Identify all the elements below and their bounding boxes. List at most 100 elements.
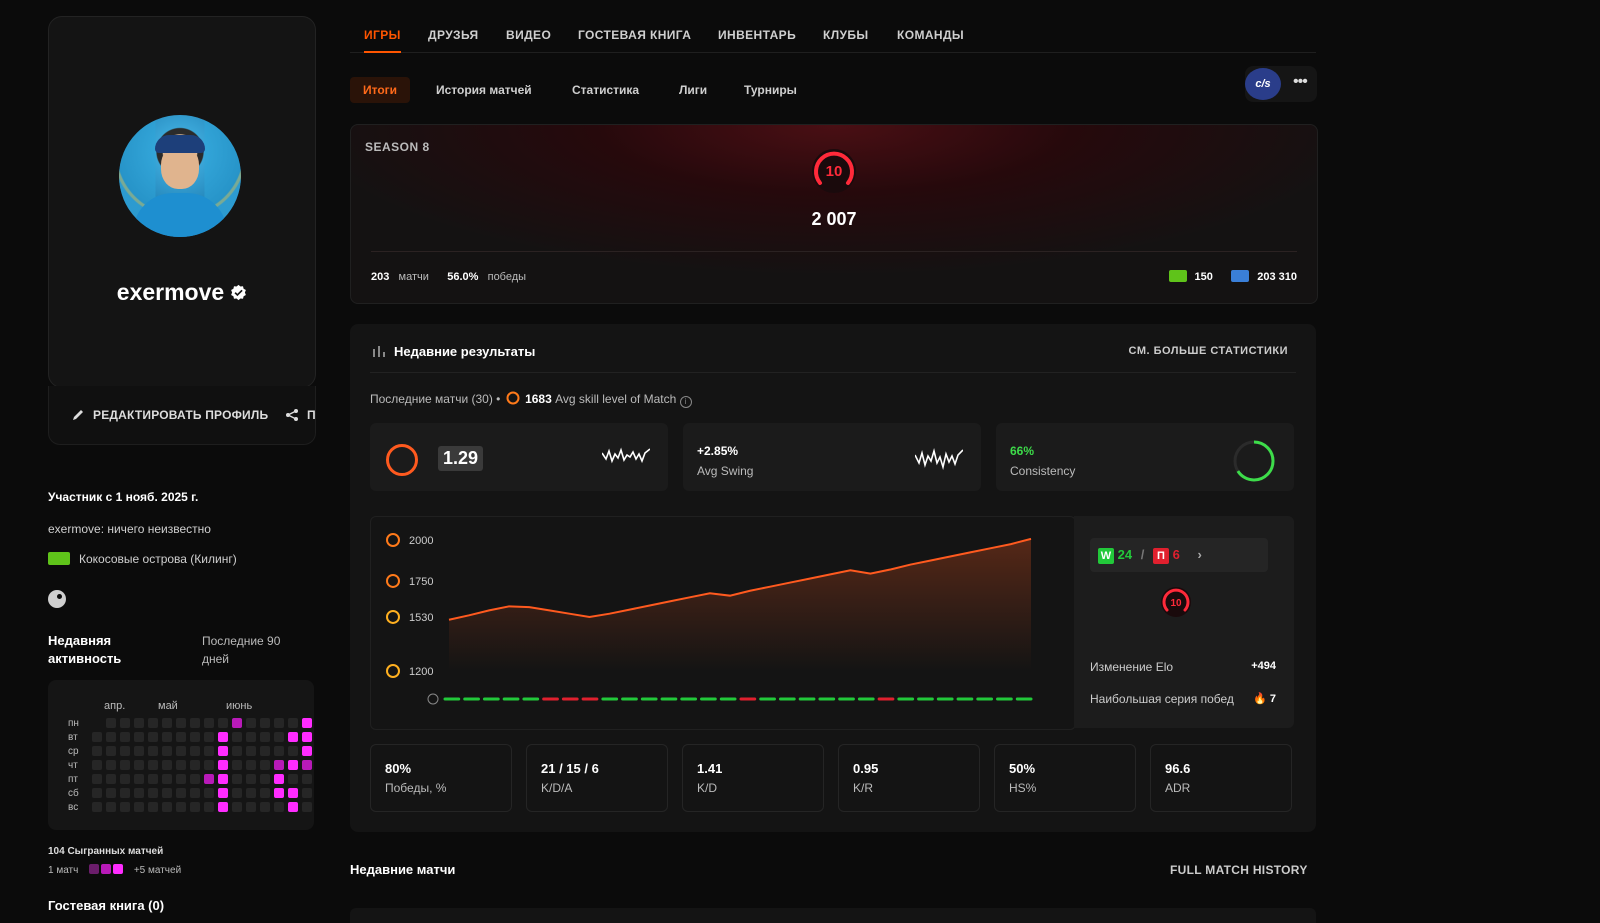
wins-label: победы [487,271,527,283]
day-label: сб [68,788,79,799]
cs-game-icon[interactable]: c/s [1245,68,1281,100]
divider [371,251,1297,252]
season-level-text: 10 [826,163,843,180]
heatmap-cell [288,774,298,784]
consistency-kpi: 66% Consistency [996,423,1294,491]
match-list [350,908,1316,923]
heatmap-cell [92,802,102,812]
tab-inventory[interactable]: ИНВЕНТАРЬ [718,28,796,42]
heatmap-cell [106,718,116,728]
swing-label: Avg Swing [697,464,754,478]
rating-kpi: 1.29 [370,423,668,491]
heatmap-cell [246,718,256,728]
stat-value: 50% [1009,761,1036,776]
day-label: вс [68,802,79,813]
activity-range: Последние 90 дней [202,634,281,666]
heatmap-cell [92,774,102,784]
tab-clubs[interactable]: КЛУБЫ [823,28,869,42]
guestbook-title[interactable]: Гостевая книга (0) [48,898,164,913]
matches-played: 104 Сыгранных матчей [48,846,164,857]
consistency-label: Consistency [1010,464,1076,478]
heatmap-cell [288,802,298,812]
heatmap-cell [302,802,312,812]
heatmap-cell [148,760,158,770]
heatmap-cell [246,746,256,756]
heatmap-cell [106,788,116,798]
full-match-history-link[interactable]: FULL MATCH HISTORY [1170,863,1308,877]
heatmap-cell [302,718,312,728]
heatmap-cell [176,760,186,770]
stat-label: K/D [697,781,718,795]
month-label: июнь [226,700,253,712]
info-icon[interactable]: i [679,396,692,408]
heatmap-cell [120,760,130,770]
day-label: вт [68,732,78,743]
day-label: чт [68,760,78,771]
location: Кокосовые острова (Килинг) [48,552,237,566]
tab-video[interactable]: ВИДЕО [506,28,551,42]
username: exermove [49,279,315,306]
heatmap-cell [134,760,144,770]
heatmap-cell [162,802,172,812]
level-tick-icon [386,609,400,624]
divider [370,372,1296,373]
stat-value: 80% [385,761,412,776]
recent-matches-title: Недавние матчи [350,862,456,877]
heatmap-cell [260,802,270,812]
heatmap-cell [260,718,270,728]
avg-skill-value: 1683 [525,392,552,406]
tab-games[interactable]: ИГРЫ [364,28,401,53]
avatar[interactable] [119,115,241,237]
stat-value: 96.6 [1165,761,1191,776]
day-label: пт [68,774,78,785]
heatmap-cell [92,760,102,770]
heatmap-cell [204,774,214,784]
win-loss-summary[interactable]: W 24 / П 6 › [1090,538,1268,572]
heatmap-cell [218,774,228,784]
consistency-ring-icon [1233,440,1275,482]
win-loss-panel: W 24 / П 6 › 10 Изменение Elo +494 Наибо… [1074,516,1294,728]
heatmap-cell [246,774,256,784]
streak-number: 7 [1269,693,1276,705]
heatmap-cell [176,718,186,728]
pencil-icon [73,410,83,420]
heatmap-cell [246,802,256,812]
edit-profile-button[interactable]: РЕДАКТИРОВАТЬ ПРОФИЛЬ [71,408,268,422]
day-label: ср [68,746,79,757]
activity-title: Недавняя активность [48,633,122,666]
heatmap-cell [204,788,214,798]
tab-teams[interactable]: КОМАНДЫ [897,28,964,42]
stat-card-hs: 50% HS% [994,744,1136,812]
heatmap-cell [92,732,102,742]
subtab-summary[interactable]: Итоги [350,77,411,103]
skill-gauge-icon [506,391,520,405]
heatmap-cell [302,760,312,770]
see-more-stats-link[interactable]: СМ. БОЛЬШЕ СТАТИСТИКИ [1129,345,1288,357]
loss-tag: П [1152,548,1169,564]
heatmap-cell [246,732,256,742]
y-tick-label: 1200 [409,666,433,678]
heatmap-cell [218,718,228,728]
world-rank-icon [1231,270,1250,282]
subtab-statistics[interactable]: Статистика [559,77,652,103]
subtab-tournaments[interactable]: Турниры [731,77,810,103]
stat-value: 1.41 [697,761,723,776]
tab-friends[interactable]: ДРУЗЬЯ [428,28,479,42]
heatmap-cell [288,732,298,742]
heatmap-cell [190,760,200,770]
elo-value: 2 007 [811,209,857,229]
share-button[interactable]: ПОДЕЛИТЬСЯ [285,408,315,422]
steam-icon[interactable] [48,590,66,608]
heatmap-cell [162,788,172,798]
subtab-leagues[interactable]: Лиги [666,77,720,103]
rating-sparkline [602,447,650,464]
tab-guestbook[interactable]: ГОСТЕВАЯ КНИГА [578,28,691,42]
subtab-match-history[interactable]: История матчей [423,77,545,103]
more-icon[interactable]: ••• [1293,74,1308,90]
elo-change-value: +494 [1251,660,1276,672]
skill-level-icon: 10 [812,149,856,193]
stat-card-kr: 0.95 K/R [838,744,980,812]
consistency-value: 66% [1010,444,1035,458]
heatmap-cell [162,718,172,728]
swing-kpi: +2.85% Avg Swing [683,423,981,491]
